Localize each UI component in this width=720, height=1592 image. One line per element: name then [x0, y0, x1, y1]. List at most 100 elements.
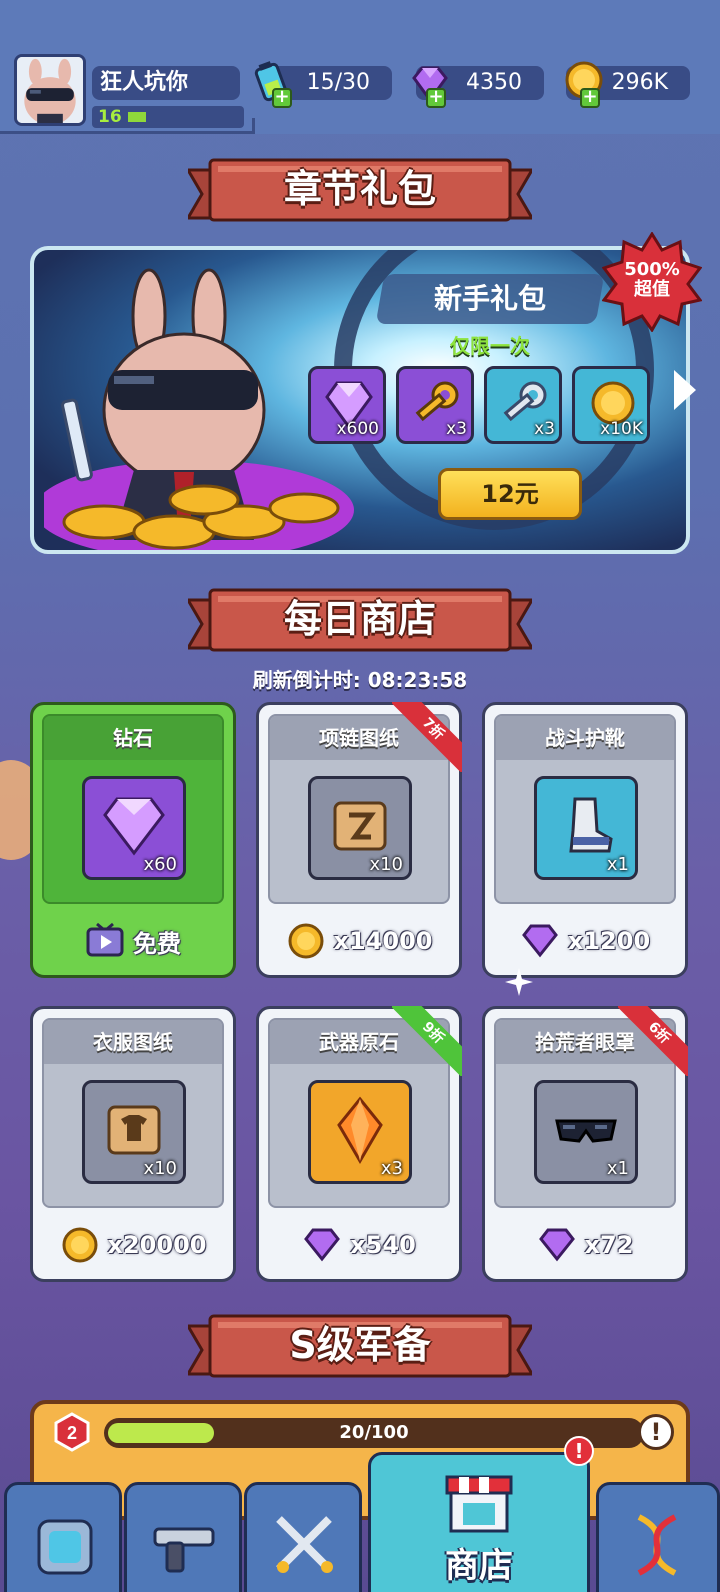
shop-item-cost-label: x20000	[107, 1231, 207, 1259]
dna-icon	[637, 1514, 677, 1576]
discount-ribbon: 7折	[392, 702, 462, 772]
pack-item-gold-key[interactable]: x3	[396, 366, 474, 444]
s-grade-progress-text: 20/100	[339, 1422, 409, 1443]
player-avatar[interactable]	[14, 54, 86, 126]
pack-item-silver-key[interactable]: x3	[484, 366, 562, 444]
gem-value: 4350	[466, 70, 522, 95]
add-coins-button[interactable]: +	[580, 88, 600, 108]
shop-item-icon-box: x60	[82, 776, 186, 880]
coin-icon	[288, 923, 323, 959]
starter-pack-panel[interactable]: 新手礼包 仅限一次 x600 x3 x3 x10K 12元	[30, 246, 690, 554]
pack-item-qty: x3	[534, 419, 555, 439]
scroll-blueprint-icon	[333, 801, 387, 851]
sunglasses-icon	[555, 1119, 617, 1143]
shop-icon	[445, 1475, 513, 1533]
shop-item-name: 钻石	[44, 716, 222, 760]
shop-item-weapon-ore[interactable]: 武器原石 x3 x540 9折	[256, 1006, 462, 1282]
gem-icon	[521, 924, 558, 958]
shop-item-icon-box: x10	[82, 1080, 186, 1184]
discount-label: 9折	[392, 1006, 462, 1076]
pack-item-qty: x600	[336, 419, 379, 439]
shop-item-cost-label: x1200	[567, 927, 651, 955]
sparkle-icon	[505, 968, 533, 996]
buy-pack-button[interactable]: 12元	[438, 468, 582, 520]
shop-item-necklace-blueprint[interactable]: 项链图纸 x10 x14000 7折	[256, 702, 462, 978]
value-badge-percent: 500%	[624, 259, 680, 280]
pack-item-qty: x10K	[600, 419, 643, 439]
refresh-countdown: 刷新倒计时: 08:23:58	[252, 668, 468, 692]
chapter-pack-title: 章节礼包	[283, 167, 436, 211]
next-pack-arrow[interactable]	[674, 370, 696, 410]
pack-item-gems[interactable]: x600	[308, 366, 386, 444]
shop-item-frame: 战斗护靴 x1	[494, 714, 676, 904]
shop-item-qty: x10	[143, 1158, 177, 1179]
value-badge-label: 超值	[634, 279, 670, 300]
pack-title: 新手礼包	[433, 282, 546, 315]
shop-item-cost-label: 免费	[133, 929, 181, 958]
discount-label: 7折	[392, 702, 462, 772]
shop-item-clothes-blueprint[interactable]: 衣服图纸 x10 x20000	[30, 1006, 236, 1282]
nav-tab-shop[interactable]: 商店	[368, 1452, 590, 1592]
shop-item-icon-box: x1	[534, 1080, 638, 1184]
s-grade-banner: S级军备	[188, 1312, 532, 1384]
value-badge-text: 500% 超值	[602, 260, 702, 300]
boot-icon	[569, 797, 613, 853]
shop-item-cost: x540	[259, 1219, 459, 1271]
shop-item-name: 衣服图纸	[44, 1020, 222, 1064]
nav-tab-genes[interactable]	[596, 1482, 720, 1592]
s-grade-info-button[interactable]: !	[638, 1414, 674, 1450]
rank-number: 2	[67, 1423, 77, 1443]
tv-ad-icon	[86, 922, 124, 957]
shop-item-frame: 钻石 x60	[42, 714, 224, 904]
orange-crystal-icon	[337, 1096, 383, 1164]
shop-item-cost-label: x72	[584, 1231, 634, 1259]
shop-alert-badge: !	[564, 1436, 594, 1466]
shop-item-combat-boots[interactable]: 战斗护靴 x1 x1200	[482, 702, 688, 978]
discount-ribbon: 6折	[618, 1006, 688, 1076]
shop-item-qty: x3	[380, 1158, 403, 1179]
gem-icon	[103, 797, 165, 856]
player-level-number: 16	[98, 107, 122, 127]
shop-item-icon-box: x3	[308, 1080, 412, 1184]
player-level: 16	[92, 106, 244, 128]
shop-item-icon-box: x10	[308, 776, 412, 880]
shop-item-icon-box: x1	[534, 776, 638, 880]
coin-icon	[62, 1227, 97, 1263]
shop-item-frame: 衣服图纸 x10	[42, 1018, 224, 1208]
s-grade-title: S级军备	[289, 1323, 431, 1367]
gun-icon	[153, 1527, 215, 1573]
shop-item-scavenger-goggles[interactable]: 拾荒者眼罩 x1 x72 6折	[482, 1006, 688, 1282]
discount-ribbon: 9折	[392, 1006, 462, 1076]
nav-tab-battle[interactable]	[244, 1482, 362, 1592]
discount-label: 6折	[618, 1006, 688, 1076]
crossed-swords-icon	[276, 1516, 333, 1573]
chapter-pack-banner: 章节礼包	[188, 156, 532, 228]
shop-item-cost: 免费	[33, 915, 233, 967]
nav-tab-weapons[interactable]	[124, 1482, 242, 1592]
shop-item-cost: x72	[485, 1219, 685, 1271]
nav-tab-shop-label: 商店	[445, 1546, 513, 1586]
energy-value: 15/30	[306, 70, 370, 95]
daily-shop-banner: 每日商店	[188, 586, 532, 658]
shop-item-cost: x20000	[33, 1219, 233, 1271]
player-name: 狂人坑你	[92, 66, 240, 100]
nav-tab-armor[interactable]	[4, 1482, 122, 1592]
rank-badge-icon: 2	[54, 1412, 90, 1452]
pack-item-coins[interactable]: x10K	[572, 366, 650, 444]
shop-item-qty: x10	[369, 854, 403, 875]
player-xp-bar	[127, 112, 146, 122]
armor-icon	[37, 1519, 93, 1575]
shop-item-cost-label: x540	[350, 1231, 416, 1259]
shop-item-name: 战斗护靴	[496, 716, 674, 760]
s-grade-progress-bar: 20/100	[104, 1418, 644, 1448]
bottom-nav: 商店 !	[0, 1436, 720, 1592]
shop-item-qty: x1	[606, 1158, 629, 1179]
gem-icon	[538, 1228, 575, 1262]
add-gems-button[interactable]: +	[426, 88, 446, 108]
add-energy-button[interactable]: +	[272, 88, 292, 108]
shop-item-diamonds[interactable]: 钻石 x60 免费	[30, 702, 236, 978]
shirt-blueprint-icon	[107, 1105, 161, 1155]
gem-icon	[304, 1228, 341, 1262]
shop-item-cost-label: x14000	[333, 927, 433, 955]
shop-item-qty: x1	[606, 854, 629, 875]
